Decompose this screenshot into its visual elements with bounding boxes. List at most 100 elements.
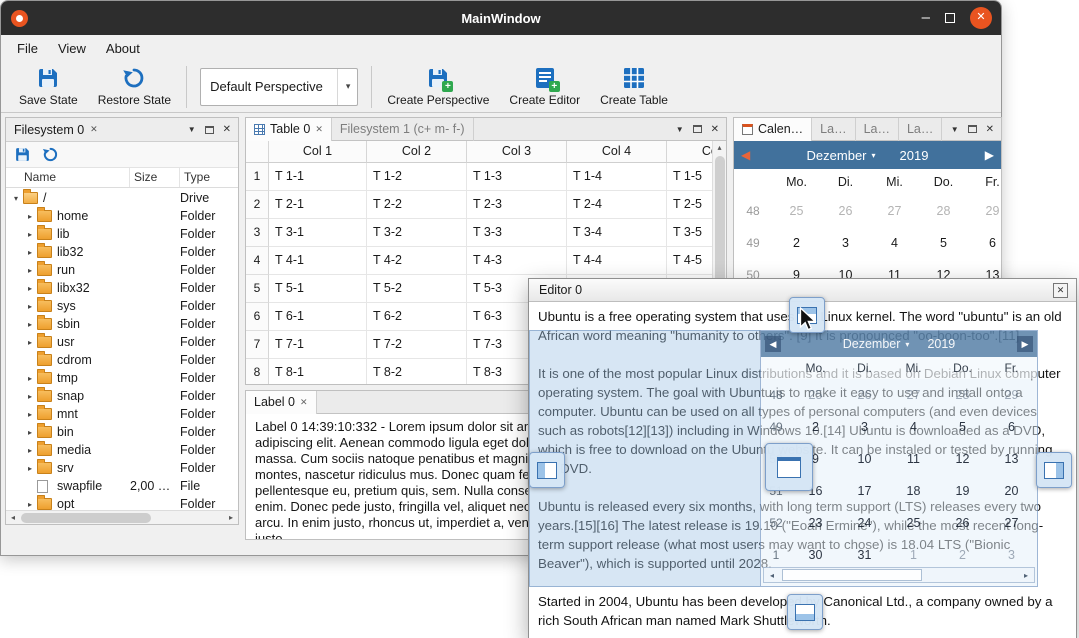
- create-perspective-button[interactable]: Create Perspective: [377, 66, 499, 107]
- tabs-menu-icon[interactable]: ▼: [676, 125, 684, 134]
- table-cell[interactable]: T 1-2: [367, 163, 467, 191]
- column-header[interactable]: Col 3: [467, 141, 567, 163]
- tab-filesystem-1[interactable]: Filesystem 1 (c+ m- f-): [332, 118, 474, 141]
- expand-icon[interactable]: ▸: [24, 428, 36, 437]
- expand-icon[interactable]: ▸: [24, 230, 36, 239]
- create-editor-button[interactable]: Create Editor: [499, 66, 590, 107]
- fs-row[interactable]: ▸snapFolder: [6, 387, 238, 405]
- dock-indicator-center[interactable]: [765, 443, 813, 491]
- fs-row[interactable]: ▸usrFolder: [6, 333, 238, 351]
- scroll-up-icon[interactable]: ▴: [713, 141, 726, 155]
- row-header[interactable]: 6: [246, 303, 269, 331]
- panel-close-icon[interactable]: ✕: [711, 124, 719, 135]
- fs-row[interactable]: ▸mediaFolder: [6, 441, 238, 459]
- table-cell[interactable]: T 1-1: [269, 163, 367, 191]
- save-icon[interactable]: [14, 146, 31, 163]
- previous-month-icon[interactable]: ◀: [741, 148, 750, 162]
- fs-row[interactable]: swapfile2,00 …File: [6, 477, 238, 495]
- calendar-day[interactable]: 26: [821, 204, 870, 218]
- fs-row[interactable]: ▸binFolder: [6, 423, 238, 441]
- expand-icon[interactable]: ▸: [24, 446, 36, 455]
- column-header-type[interactable]: Type: [180, 168, 238, 187]
- panel-close-icon[interactable]: ✕: [223, 124, 231, 135]
- tab-close-icon[interactable]: ✕: [315, 124, 323, 135]
- expand-icon[interactable]: ▸: [24, 212, 36, 221]
- expand-icon[interactable]: ▸: [24, 320, 36, 329]
- column-header-name[interactable]: Name: [6, 168, 130, 187]
- fs-row[interactable]: ▸sbinFolder: [6, 315, 238, 333]
- row-header[interactable]: 4: [246, 247, 269, 275]
- fs-row[interactable]: ▸srvFolder: [6, 459, 238, 477]
- row-header[interactable]: 2: [246, 191, 269, 219]
- fs-row[interactable]: ▸runFolder: [6, 261, 238, 279]
- minimize-button[interactable]: –: [922, 12, 930, 24]
- dock-indicator-right[interactable]: [1036, 452, 1072, 488]
- table-cell[interactable]: T 6-2: [367, 303, 467, 331]
- calendar-day[interactable]: 5: [919, 236, 968, 250]
- table-cell[interactable]: T 3-4: [567, 219, 667, 247]
- calendar-day[interactable]: 25: [772, 204, 821, 218]
- scrollbar-thumb[interactable]: [21, 513, 151, 523]
- expand-icon[interactable]: ▸: [24, 338, 36, 347]
- table-cell[interactable]: T 5-1: [269, 275, 367, 303]
- dock-indicator-left[interactable]: [529, 452, 565, 488]
- window-titlebar[interactable]: MainWindow – ✕: [1, 1, 1001, 35]
- tab-label-0[interactable]: Label 0 ✕: [246, 391, 317, 414]
- tabs-menu-icon[interactable]: ▼: [188, 125, 196, 134]
- table-cell[interactable]: T 4-1: [269, 247, 367, 275]
- fs-row[interactable]: ▸libFolder: [6, 225, 238, 243]
- month-selector[interactable]: Dezember ▾: [807, 148, 876, 163]
- fs-row[interactable]: ▸lib32Folder: [6, 243, 238, 261]
- dock-indicator-bottom[interactable]: [787, 594, 823, 630]
- save-state-button[interactable]: Save State: [9, 66, 88, 107]
- editor-close-button[interactable]: ✕: [1053, 283, 1068, 298]
- tab-table-0[interactable]: Table 0 ✕: [246, 118, 332, 141]
- create-table-button[interactable]: Create Table: [590, 66, 678, 107]
- table-cell[interactable]: T 2-4: [567, 191, 667, 219]
- fs-row[interactable]: ▸homeFolder: [6, 207, 238, 225]
- table-cell[interactable]: T 4-3: [467, 247, 567, 275]
- close-button[interactable]: ✕: [970, 7, 992, 29]
- fs-row[interactable]: ▸mntFolder: [6, 405, 238, 423]
- table-cell[interactable]: T 3-2: [367, 219, 467, 247]
- calendar-day[interactable]: 28: [919, 204, 968, 218]
- panel-close-icon[interactable]: ✕: [986, 124, 994, 135]
- expand-icon[interactable]: ▸: [24, 410, 36, 419]
- next-month-icon[interactable]: ▶: [985, 148, 994, 162]
- scroll-right-icon[interactable]: ▸: [224, 511, 238, 524]
- tab-calendar[interactable]: Calen…: [734, 118, 812, 141]
- menu-view[interactable]: View: [48, 38, 96, 59]
- expand-icon[interactable]: ▸: [24, 392, 36, 401]
- row-header[interactable]: 1: [246, 163, 269, 191]
- fs-row[interactable]: cdromFolder: [6, 351, 238, 369]
- float-icon[interactable]: [968, 125, 977, 133]
- expand-icon[interactable]: ▸: [24, 374, 36, 383]
- horizontal-scrollbar[interactable]: ◂ ▸: [6, 510, 238, 524]
- calendar-day[interactable]: 29: [968, 204, 1002, 218]
- fs-row[interactable]: ▾/Drive: [6, 189, 238, 207]
- expand-icon[interactable]: ▸: [24, 464, 36, 473]
- row-header[interactable]: 5: [246, 275, 269, 303]
- table-cell[interactable]: T 2-2: [367, 191, 467, 219]
- table-cell[interactable]: T 2-3: [467, 191, 567, 219]
- perspective-combobox[interactable]: Default Perspective ▾: [200, 68, 358, 106]
- fs-row[interactable]: ▸optFolder: [6, 495, 238, 510]
- filesystem-panel-titlebar[interactable]: Filesystem 0 ✕ ▼ ✕: [6, 118, 238, 142]
- calendar-day[interactable]: 3: [821, 236, 870, 250]
- table-cell[interactable]: T 1-3: [467, 163, 567, 191]
- calendar-day[interactable]: 2: [772, 236, 821, 250]
- table-cell[interactable]: T 4-4: [567, 247, 667, 275]
- tabs-menu-icon[interactable]: ▼: [951, 125, 959, 134]
- table-cell[interactable]: T 8-1: [269, 359, 367, 384]
- tab-label-1[interactable]: La…: [812, 118, 855, 141]
- expand-icon[interactable]: ▸: [24, 500, 36, 509]
- row-header[interactable]: 3: [246, 219, 269, 247]
- column-header[interactable]: Col 4: [567, 141, 667, 163]
- table-cell[interactable]: T 1-4: [567, 163, 667, 191]
- fs-row[interactable]: ▸libx32Folder: [6, 279, 238, 297]
- row-header[interactable]: 7: [246, 331, 269, 359]
- calendar-day[interactable]: 27: [870, 204, 919, 218]
- scroll-left-icon[interactable]: ◂: [6, 511, 20, 524]
- maximize-button[interactable]: [945, 13, 955, 23]
- row-header[interactable]: 8: [246, 359, 269, 384]
